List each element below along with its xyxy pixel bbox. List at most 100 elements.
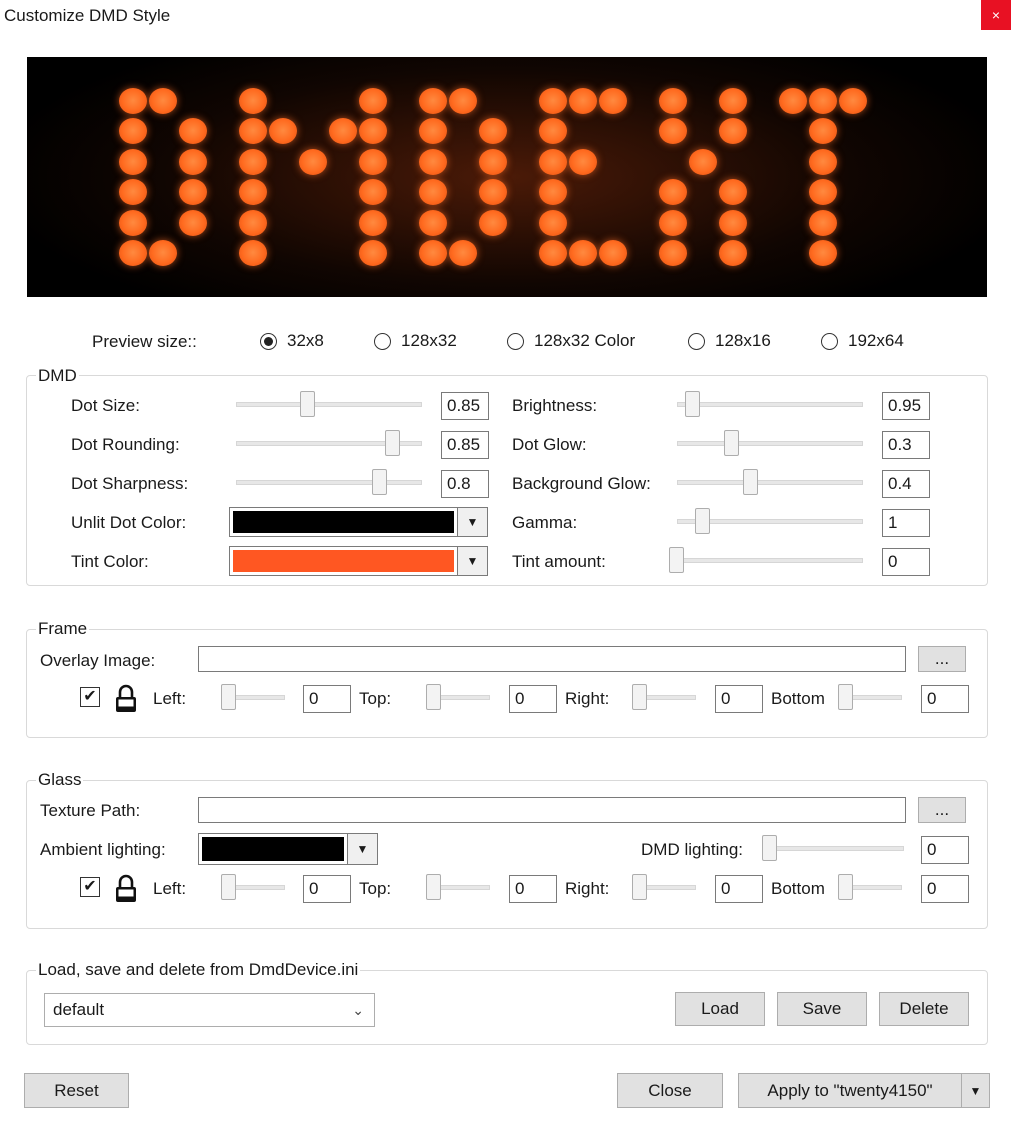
slider-thumb[interactable] — [838, 684, 853, 710]
slider-thumb[interactable] — [632, 874, 647, 900]
radio-128x16[interactable]: 128x16 — [688, 330, 771, 352]
checkmark-icon: ✔ — [83, 878, 97, 895]
frame-bottom-input[interactable]: 0 — [921, 685, 969, 713]
dot-rounding-slider[interactable] — [236, 430, 422, 456]
radio-128x32[interactable]: 128x32 — [374, 330, 457, 352]
gamma-slider[interactable] — [677, 508, 863, 534]
dot-glow-input[interactable]: 0.3 — [882, 431, 930, 459]
reset-button[interactable]: Reset — [24, 1073, 129, 1108]
dot-sharpness-input[interactable]: 0.8 — [441, 470, 489, 498]
radio-label: 128x16 — [715, 331, 771, 350]
radio-192x64[interactable]: 192x64 — [821, 330, 904, 352]
slider-thumb[interactable] — [632, 684, 647, 710]
chevron-down-icon[interactable]: ▼ — [457, 508, 487, 536]
chevron-down-icon[interactable]: ▼ — [457, 547, 487, 575]
texture-path-input[interactable] — [198, 797, 906, 823]
slider-thumb[interactable] — [743, 469, 758, 495]
frame-left-slider[interactable] — [221, 684, 285, 710]
preset-select[interactable]: default ⌄ — [44, 993, 375, 1027]
slider-thumb[interactable] — [685, 391, 700, 417]
slider-thumb[interactable] — [695, 508, 710, 534]
dmd-dot — [809, 209, 837, 236]
save-button[interactable]: Save — [777, 992, 867, 1026]
ambient-lighting-color-picker[interactable]: ▼ — [198, 833, 378, 865]
dmd-lighting-input[interactable]: 0 — [921, 836, 969, 864]
apply-dropdown-button[interactable]: ▼ — [961, 1073, 990, 1108]
dmd-dot — [539, 148, 567, 175]
glass-enabled-checkbox[interactable]: ✔ — [80, 877, 100, 897]
glass-bottom-slider[interactable] — [838, 874, 902, 900]
slider-thumb[interactable] — [838, 874, 853, 900]
dmd-dot — [119, 88, 147, 114]
glass-top-input[interactable]: 0 — [509, 875, 557, 903]
dmd-dot — [359, 88, 387, 114]
radio-button[interactable] — [821, 332, 838, 350]
frame-top-slider[interactable] — [426, 684, 490, 710]
slider-thumb[interactable] — [221, 874, 236, 900]
slider-track — [677, 402, 863, 407]
brightness-input[interactable]: 0.95 — [882, 392, 930, 420]
glass-right-slider[interactable] — [632, 874, 696, 900]
tint-amount-slider[interactable] — [669, 547, 863, 573]
overlay-browse-button[interactable]: ... — [918, 646, 966, 672]
dmd-dot — [239, 148, 267, 175]
lock-icon[interactable] — [114, 874, 138, 909]
slider-thumb[interactable] — [724, 430, 739, 456]
radio-128x32-color[interactable]: 128x32 Color — [507, 330, 635, 352]
radio-32x8[interactable]: 32x8 — [260, 330, 324, 352]
glass-right-input[interactable]: 0 — [715, 875, 763, 903]
glass-group-title: Glass — [36, 770, 84, 790]
chevron-down-icon[interactable]: ▼ — [347, 834, 377, 864]
frame-enabled-checkbox[interactable]: ✔ — [80, 687, 100, 707]
gamma-input[interactable]: 1 — [882, 509, 930, 537]
close-button[interactable]: Close — [617, 1073, 723, 1108]
slider-track — [669, 558, 863, 563]
lock-icon[interactable] — [114, 684, 138, 719]
dot-size-label: Dot Size: — [71, 396, 140, 415]
glass-bottom-input[interactable]: 0 — [921, 875, 969, 903]
frame-left-input[interactable]: 0 — [303, 685, 351, 713]
frame-top-input[interactable]: 0 — [509, 685, 557, 713]
frame-right-input[interactable]: 0 — [715, 685, 763, 713]
tint-color-picker[interactable]: ▼ — [229, 546, 488, 576]
dot-size-input[interactable]: 0.85 — [441, 392, 489, 420]
dmd-dot — [149, 240, 177, 266]
slider-thumb[interactable] — [385, 430, 400, 456]
unlit-dot-color-picker[interactable]: ▼ — [229, 507, 488, 537]
dmd-lighting-slider[interactable] — [762, 835, 904, 861]
dmd-dot — [539, 209, 567, 236]
dot-glow-slider[interactable] — [677, 430, 863, 456]
slider-thumb[interactable] — [300, 391, 315, 417]
glass-top-slider[interactable] — [426, 874, 490, 900]
slider-thumb[interactable] — [426, 874, 441, 900]
brightness-slider[interactable] — [677, 391, 863, 417]
dmd-dot — [599, 240, 627, 266]
dmd-dot — [659, 209, 687, 236]
slider-thumb[interactable] — [762, 835, 777, 861]
slider-thumb[interactable] — [669, 547, 684, 573]
radio-button[interactable] — [507, 332, 524, 350]
load-button[interactable]: Load — [675, 992, 765, 1026]
background-glow-slider[interactable] — [677, 469, 863, 495]
background-glow-input[interactable]: 0.4 — [882, 470, 930, 498]
slider-thumb[interactable] — [372, 469, 387, 495]
slider-thumb[interactable] — [221, 684, 236, 710]
close-window-button[interactable]: × — [981, 0, 1011, 30]
dmd-dot — [239, 240, 267, 266]
dot-size-slider[interactable] — [236, 391, 422, 417]
frame-bottom-slider[interactable] — [838, 684, 902, 710]
radio-button[interactable] — [260, 332, 277, 350]
radio-button[interactable] — [688, 332, 705, 350]
overlay-image-input[interactable] — [198, 646, 906, 672]
glass-left-input[interactable]: 0 — [303, 875, 351, 903]
tint-amount-input[interactable]: 0 — [882, 548, 930, 576]
radio-button[interactable] — [374, 332, 391, 350]
texture-browse-button[interactable]: ... — [918, 797, 966, 823]
delete-button[interactable]: Delete — [879, 992, 969, 1026]
dot-sharpness-slider[interactable] — [236, 469, 422, 495]
frame-right-slider[interactable] — [632, 684, 696, 710]
slider-thumb[interactable] — [426, 684, 441, 710]
dot-rounding-input[interactable]: 0.85 — [441, 431, 489, 459]
apply-button[interactable]: Apply to "twenty4150" — [738, 1073, 962, 1108]
glass-left-slider[interactable] — [221, 874, 285, 900]
